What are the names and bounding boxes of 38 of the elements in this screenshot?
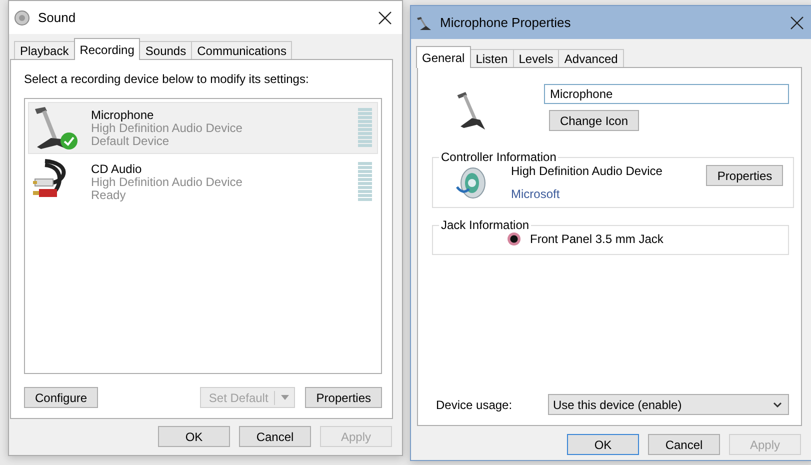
tab[interactable]: Playback <box>14 41 75 60</box>
device-item[interactable]: CD Audio High Definition Audio Device Ready <box>28 156 378 208</box>
controller-name: High Definition Audio Device <box>511 164 662 178</box>
device-status: Ready <box>91 188 127 202</box>
group-heading: Jack Information <box>440 218 530 232</box>
properties-button[interactable]: Properties <box>305 387 382 408</box>
window-title: Microphone Properties <box>440 15 572 30</box>
device-name: CD Audio <box>91 162 143 176</box>
vendor-link[interactable]: Microsoft <box>511 187 662 201</box>
device-name: Microphone <box>91 108 155 122</box>
close-icon[interactable] <box>378 10 392 24</box>
chevron-down-icon[interactable] <box>773 402 782 408</box>
configure-button[interactable]: Configure <box>24 387 98 408</box>
close-icon[interactable] <box>790 16 804 30</box>
level-meter <box>358 162 372 202</box>
microphone-icon <box>415 14 433 30</box>
tab[interactable]: Advanced <box>558 49 624 68</box>
group-heading: Controller Information <box>440 150 558 164</box>
tab[interactable]: Communications <box>191 41 292 60</box>
device-item[interactable]: Microphone High Definition Audio Device Default Device <box>28 102 378 154</box>
dialog-button[interactable]: Cancel <box>648 434 720 455</box>
jack-name: Front Panel 3.5 mm Jack <box>530 232 664 246</box>
instruction-text: Select a recording device below to modify its settings: <box>24 72 310 86</box>
dialog-button[interactable]: Cancel <box>239 426 311 447</box>
window-title: Sound <box>38 10 77 25</box>
change-icon-button[interactable]: Change Icon <box>549 110 639 131</box>
properties-button[interactable]: Properties <box>706 165 784 186</box>
dialog-button[interactable]: OK <box>567 434 639 455</box>
tab[interactable]: Recording <box>74 38 140 60</box>
name-field[interactable]: Microphone <box>544 84 789 104</box>
tab[interactable]: General <box>416 46 471 68</box>
device-usage-dropdown[interactable]: Use this device (enable) <box>548 394 789 415</box>
device-status: Default Device <box>91 134 170 148</box>
device-driver: High Definition Audio Device <box>91 176 244 188</box>
dialog-button[interactable]: OK <box>158 426 230 447</box>
device-driver: High Definition Audio Device <box>91 122 244 134</box>
device-usage-label: Device usage: <box>435 398 514 412</box>
level-meter <box>358 108 372 148</box>
